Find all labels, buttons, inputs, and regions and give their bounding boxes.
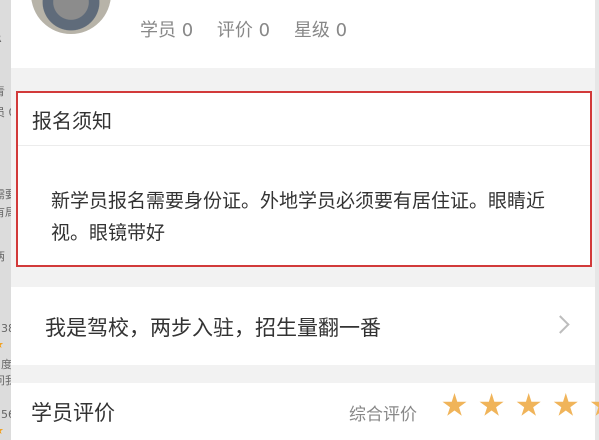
star-icon [442, 393, 467, 416]
background-text: 138 [0, 322, 11, 335]
school-detail-sheet: 学员 0 评价 0 星级 0 报名须知 新学员报名需要身份证。外地学员必须要有居… [11, 0, 599, 440]
overall-rating-label: 综合评价 [349, 405, 417, 425]
students-count: 学员 0 [140, 20, 194, 41]
enrollment-notice-card: 报名须知 新学员报名需要身份证。外地学员必须要有居住证。眼睛近视。眼镜带好 [16, 91, 592, 267]
star-icon [553, 393, 578, 416]
star-icon [590, 393, 599, 416]
notice-body: 新学员报名需要身份证。外地学员必须要有居住证。眼睛近视。眼镜带好 [51, 190, 546, 244]
background-star-icon: ★ [0, 338, 4, 351]
profile-stats: 学员 0 评价 0 星级 0 [140, 16, 365, 42]
background-text: R [0, 32, 2, 45]
star-icon [479, 393, 504, 416]
background-text: 员 0 [0, 104, 11, 120]
background-text: 问我 [0, 374, 11, 387]
background-text: 5度 [0, 358, 11, 371]
join-school-row[interactable]: 我是驾校，两步入驻，招生量翻一番 [11, 287, 595, 365]
background-text: 有局 [0, 206, 11, 219]
join-school-label: 我是驾校，两步入驻，招生量翻一番 [45, 316, 381, 340]
background-page-strip: R 青 员 0 需要 有局 两 138 ★ 5度 问我 156 ★ [0, 0, 11, 440]
avatar[interactable] [31, 0, 111, 34]
background-text: 两 [0, 248, 5, 264]
background-text: 需要 [0, 188, 11, 201]
divider [18, 145, 590, 146]
reviews-title: 学员评价 [31, 401, 115, 425]
rating-stars [442, 393, 599, 423]
rating-count: 星级 0 [293, 20, 348, 41]
background-text: 青 [0, 83, 5, 99]
profile-card: 学员 0 评价 0 星级 0 [11, 0, 595, 68]
background-star-icon: ★ [0, 424, 4, 437]
student-reviews-header: 学员评价 综合评价 [11, 383, 599, 440]
notice-title: 报名须知 [32, 109, 112, 133]
reviews-count: 评价 0 [216, 20, 271, 41]
right-edge-strip [595, 0, 599, 440]
background-text: 156 [0, 408, 11, 421]
chevron-right-icon [551, 315, 570, 334]
star-icon [516, 393, 541, 416]
